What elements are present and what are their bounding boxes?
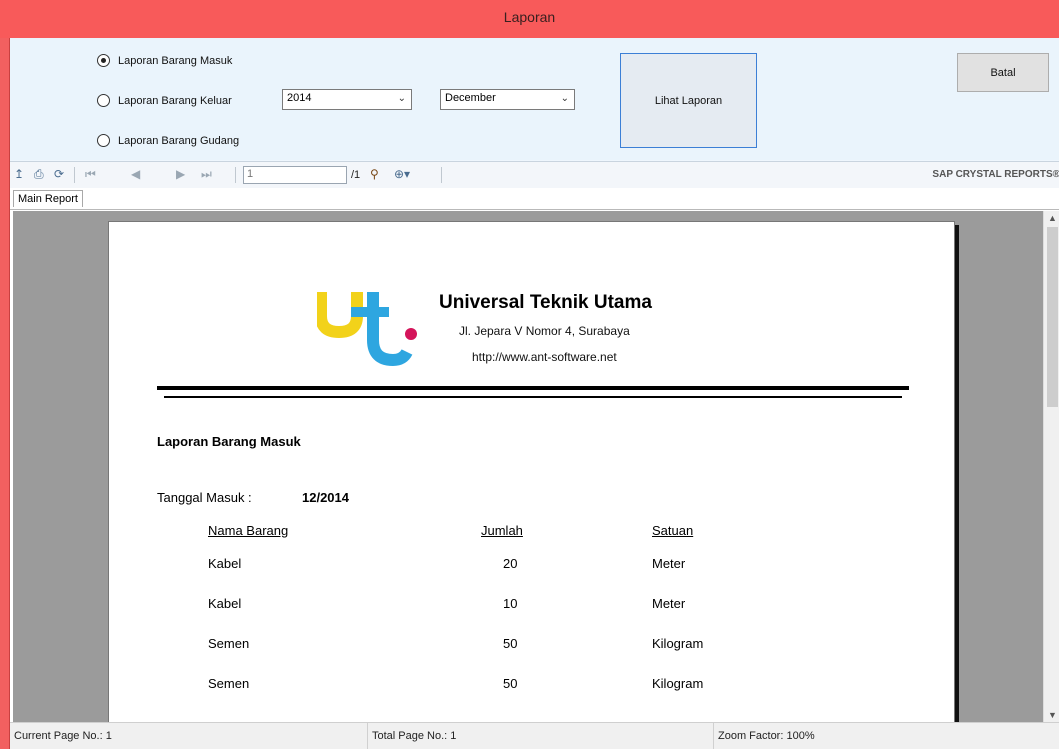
cancel-button[interactable]: Batal (957, 53, 1049, 92)
title-bar: Laporan (0, 0, 1059, 38)
toolbar-separator (235, 167, 236, 183)
print-icon[interactable]: ⎙ (34, 167, 44, 182)
chevron-down-icon: ⌄ (397, 93, 406, 104)
scroll-thumb[interactable] (1047, 227, 1058, 407)
header-rule (164, 396, 902, 398)
radio-label: Laporan Barang Masuk (118, 54, 233, 67)
next-page-icon[interactable]: ▶ (176, 167, 185, 181)
export-icon[interactable]: ↥ (14, 167, 24, 181)
company-address: Jl. Jepara V Nomor 4, Surabaya (459, 324, 630, 338)
row-qty: 20 (503, 556, 518, 571)
last-page-icon[interactable]: ⏭ (201, 167, 212, 182)
row-qty: 50 (503, 636, 518, 651)
first-page-icon[interactable]: ⏮ (85, 167, 96, 182)
row-unit: Kilogram (652, 676, 704, 691)
row-name: Semen (208, 636, 250, 651)
radio-button[interactable] (97, 134, 110, 147)
report-tabs: Main Report (10, 188, 1059, 210)
refresh-icon[interactable]: ⟳ (54, 167, 64, 181)
date-value: 12/2014 (302, 490, 349, 505)
zoom-icon[interactable]: ⊕▾ (394, 167, 410, 181)
report-title: Laporan Barang Masuk (157, 434, 301, 449)
find-icon[interactable]: ⚲ (370, 167, 379, 181)
toolbar-separator (74, 167, 75, 183)
status-bar: Current Page No.: 1 Total Page No.: 1 Zo… (10, 722, 1059, 749)
chevron-down-icon: ⌄ (560, 93, 569, 104)
window-title: Laporan (503, 9, 556, 25)
row-unit: Meter (652, 556, 686, 571)
row-name: Semen (208, 676, 250, 691)
year-select-value: 2014 (287, 92, 312, 104)
radio-barang-gudang[interactable]: Laporan Barang Gudang (97, 134, 239, 147)
vertical-scrollbar[interactable]: ▲ ▼ (1043, 211, 1059, 722)
column-header-name: Nama Barang (208, 523, 289, 538)
radio-label: Laporan Barang Keluar (118, 94, 232, 107)
row-unit: Meter (652, 596, 686, 611)
view-report-button[interactable]: Lihat Laporan (620, 53, 757, 148)
report-canvas: Universal Teknik Utama Jl. Jepara V Nomo… (13, 211, 1043, 722)
viewer-toolbar: ↥ ⎙ ⟳ ⏮ ◀ ▶ ⏭ 1 /1 ⚲ ⊕▾ SAP CRYSTAL REPO… (10, 162, 1059, 188)
status-zoom-factor: Zoom Factor: 100% (718, 730, 815, 742)
row-unit: Kilogram (652, 636, 704, 651)
month-select[interactable]: December ⌄ (440, 89, 575, 110)
prev-page-icon[interactable]: ◀ (131, 167, 140, 181)
page-total: /1 (351, 169, 361, 181)
report-page: Universal Teknik Utama Jl. Jepara V Nomo… (108, 221, 955, 722)
scroll-up-icon[interactable]: ▲ (1048, 213, 1057, 223)
row-name: Kabel (208, 596, 242, 611)
column-header-qty: Jumlah (481, 523, 523, 538)
row-name: Kabel (208, 556, 242, 571)
company-website: http://www.ant-software.net (472, 350, 617, 364)
crystal-report-viewer: ↥ ⎙ ⟳ ⏮ ◀ ▶ ⏭ 1 /1 ⚲ ⊕▾ SAP CRYSTAL REPO… (10, 161, 1059, 749)
radio-barang-masuk[interactable]: Laporan Barang Masuk (97, 54, 232, 67)
page-number-input[interactable]: 1 (243, 166, 347, 184)
date-label: Tanggal Masuk : (157, 490, 252, 505)
status-total-pages: Total Page No.: 1 (368, 723, 714, 749)
row-qty: 50 (503, 676, 518, 691)
crystal-reports-brand: SAP CRYSTAL REPORTS® (932, 169, 1059, 180)
radio-label: Laporan Barang Gudang (118, 134, 240, 147)
radio-barang-keluar[interactable]: Laporan Barang Keluar (97, 94, 232, 107)
toolbar-separator (441, 167, 442, 183)
column-header-unit: Satuan (652, 523, 694, 538)
radio-button[interactable] (97, 94, 110, 107)
header-rule (157, 386, 909, 390)
scroll-down-icon[interactable]: ▼ (1048, 710, 1057, 720)
row-qty: 10 (503, 596, 518, 611)
year-select[interactable]: 2014 ⌄ (282, 89, 412, 110)
tab-main-report[interactable]: Main Report (13, 190, 83, 207)
status-current-page: Current Page No.: 1 (10, 723, 368, 749)
filter-panel: Laporan Barang Masuk Laporan Barang Kelu… (10, 38, 1059, 160)
month-select-value: December (445, 92, 496, 104)
report-form: Laporan Barang Masuk Laporan Barang Kelu… (9, 38, 1059, 749)
company-name: Universal Teknik Utama (439, 292, 652, 313)
radio-button[interactable] (97, 54, 110, 67)
company-logo (317, 292, 417, 366)
